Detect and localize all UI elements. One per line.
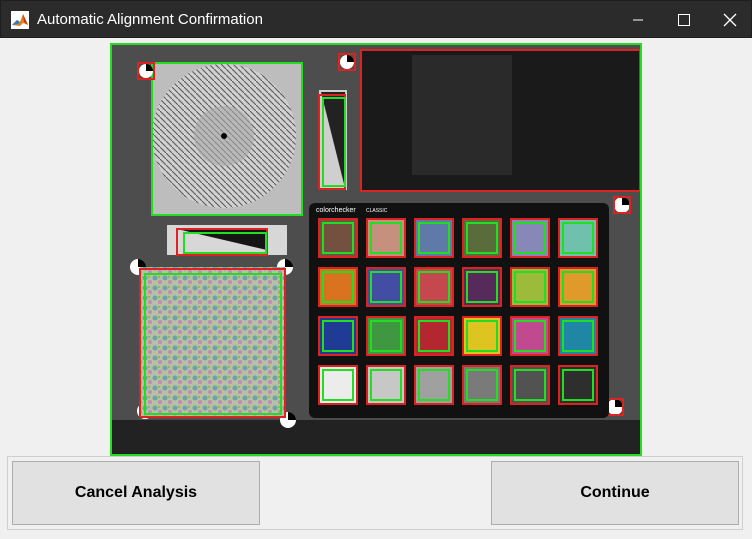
colorchecker-chart: colorchecker CLASSIC [309,203,609,418]
color-patch [414,267,454,307]
color-patch [366,365,406,405]
color-patch [558,218,598,258]
color-patch [510,316,550,356]
color-patch [462,267,502,307]
color-patch [318,316,358,356]
color-patch [414,218,454,258]
window-title: Automatic Alignment Confirmation [37,11,263,28]
color-patch [558,365,598,405]
color-patch [414,365,454,405]
color-patch [318,218,358,258]
color-patch [462,316,502,356]
color-patch [558,267,598,307]
alignment-image-canvas: colorchecker CLASSIC [112,45,640,454]
color-patch [510,365,550,405]
color-patch [366,218,406,258]
colorchecker-label: colorchecker [316,207,356,214]
color-patch [510,218,550,258]
color-patch [366,316,406,356]
slanted-edge-target [318,90,347,190]
continue-button[interactable]: Continue [491,461,739,525]
color-patch [558,316,598,356]
dead-leaves-target [139,267,286,418]
color-patch [510,267,550,307]
dark-region-target [360,49,640,192]
color-patch [414,316,454,356]
color-patch [318,267,358,307]
minimize-button[interactable] [615,1,661,38]
colorchecker-subtitle: CLASSIC [366,208,388,214]
close-icon [723,13,737,26]
horizontal-edge-target [167,225,287,256]
matlab-icon [11,11,29,29]
maximize-button[interactable] [661,1,707,38]
minimize-icon [633,19,643,20]
siemens-star-chart [152,63,302,215]
color-patch [462,365,502,405]
color-patch [366,267,406,307]
maximize-icon [678,13,690,26]
color-patch [318,365,358,405]
color-patch [462,218,502,258]
title-bar: Automatic Alignment Confirmation [0,0,752,38]
alignment-image: colorchecker CLASSIC [110,43,642,456]
close-button[interactable] [707,1,752,38]
cancel-analysis-button[interactable]: Cancel Analysis [12,461,260,525]
table-edge [112,420,640,454]
